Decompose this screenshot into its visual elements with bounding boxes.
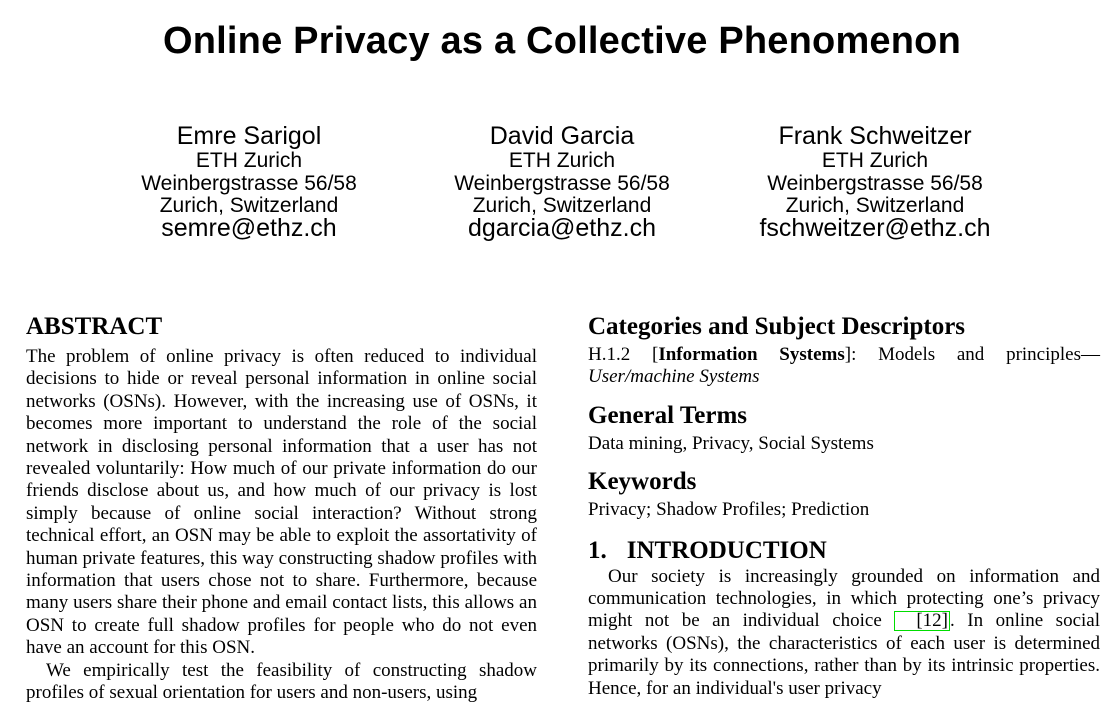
author-block-1: Emre Sarigol ETH Zurich Weinbergstrasse …	[89, 122, 409, 242]
author-affiliation: ETH Zurich	[821, 149, 929, 172]
paper-title: Online Privacy as a Collective Phenomeno…	[162, 20, 962, 62]
categories-heading: Categories and Subject Descriptors	[588, 313, 966, 340]
abstract-paragraph-1: The problem of online privacy is often r…	[26, 346, 537, 659]
author-name: David Garcia	[489, 122, 635, 150]
left-column: ABSTRACT The problem of online privacy i…	[26, 312, 537, 705]
author-email: semre@ethz.ch	[161, 213, 337, 242]
section-number: 1.	[588, 536, 607, 564]
author-address: Weinbergstrasse 56/58	[454, 171, 670, 195]
category-italic-term: User/machine Systems	[588, 366, 760, 388]
introduction-paragraph: Our society is increasingly grounded on …	[588, 566, 1100, 700]
category-code: H.1.2 [	[588, 344, 659, 365]
section-title: INTRODUCTION	[626, 536, 827, 564]
author-email: dgarcia@ethz.ch	[468, 213, 656, 242]
citation-link[interactable]: [12]	[894, 611, 950, 632]
general-terms-text: Data mining, Privacy, Social Systems	[588, 432, 874, 454]
author-address: Weinbergstrasse 56/58	[767, 171, 983, 195]
author-name: Frank Schweitzer	[778, 122, 972, 150]
author-affiliation: ETH Zurich	[508, 149, 616, 172]
abstract-heading: ABSTRACT	[26, 313, 163, 340]
keywords-text: Privacy; Shadow Profiles; Prediction	[588, 499, 870, 521]
abstract-paragraph-2: We empirically test the feasibility of c…	[26, 659, 537, 704]
category-rest: ]: Models and principles—	[844, 344, 1100, 365]
keywords-heading: Keywords	[588, 468, 697, 496]
author-name: Emre Sarigol	[176, 122, 322, 150]
categories-text: H.1.2 [Information Systems]: Models and …	[588, 344, 1100, 389]
author-block-3: Frank Schweitzer ETH Zurich Weinbergstra…	[715, 122, 1035, 242]
author-email: fschweitzer@ethz.ch	[759, 213, 991, 242]
author-affiliation: ETH Zurich	[195, 149, 303, 172]
right-column: Categories and Subject Descriptors H.1.2…	[588, 312, 1100, 700]
author-address: Weinbergstrasse 56/58	[141, 171, 357, 195]
author-block-2: David Garcia ETH Zurich Weinbergstrasse …	[402, 122, 722, 242]
introduction-heading: 1. INTRODUCTION	[588, 536, 1100, 566]
general-terms-heading: General Terms	[588, 401, 748, 429]
category-term: Information Systems	[658, 344, 845, 365]
